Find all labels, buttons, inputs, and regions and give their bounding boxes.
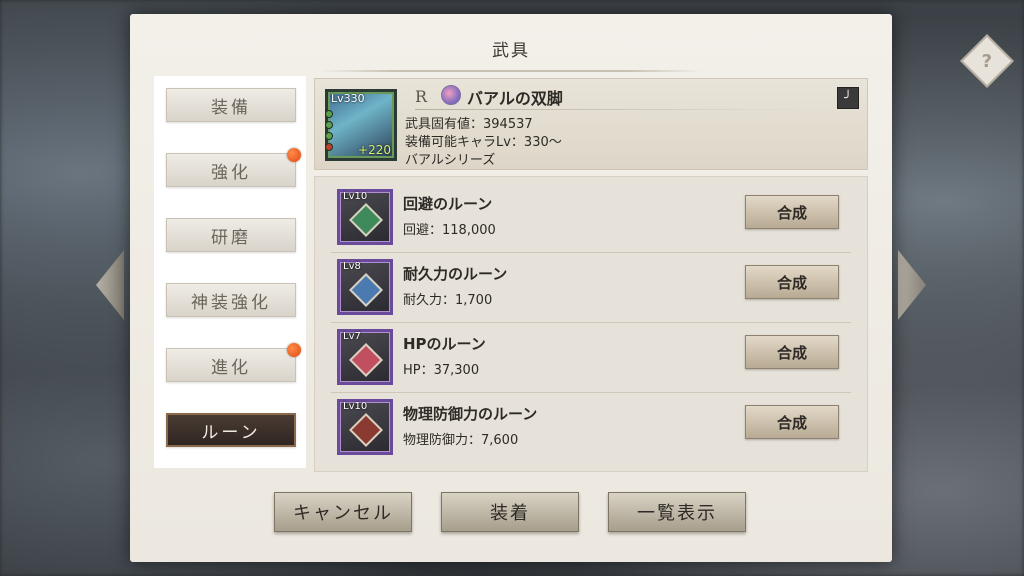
rune-stat: 耐久力：1,700 [403, 293, 493, 308]
tab-label: 神装強化 [191, 292, 271, 313]
weapon-value: 武具固有値：394537 [405, 117, 533, 132]
list-item: Lv8 耐久力のルーン 耐久力：1,700 合成 [331, 251, 851, 317]
evasion-rune-icon [349, 203, 383, 237]
slot-gems [325, 110, 335, 151]
equip-button[interactable]: 装着 [441, 492, 579, 532]
rune-icon[interactable]: Lv8 [337, 259, 393, 315]
rune-icon[interactable]: Lv10 [337, 399, 393, 455]
tab-label: 研磨 [211, 227, 251, 248]
tab-sidebar: 装備 強化 研磨 神装強化 進化 ルーン [154, 76, 306, 468]
cancel-button[interactable]: キャンセル [274, 492, 412, 532]
rarity-label: R [415, 87, 428, 106]
weapon-name: バアルの双脚 [467, 89, 563, 108]
weapon-plus: +220 [358, 143, 391, 157]
rune-icon[interactable]: Lv10 [337, 189, 393, 245]
notification-badge [287, 343, 301, 357]
rune-name: 物理防御力のルーン [403, 405, 538, 423]
compose-button[interactable]: 合成 [745, 335, 839, 369]
rune-list: Lv10 回避のルーン 回避：118,000 合成 Lv8 耐久力のルーン 耐久… [314, 176, 868, 472]
title-divider [320, 70, 702, 72]
rune-stat: 回避：118,000 [403, 223, 496, 238]
list-view-button[interactable]: 一覧表示 [608, 492, 746, 532]
shield-rune-icon [349, 413, 383, 447]
dialog-title: 武具 [492, 41, 530, 61]
rune-icon[interactable]: Lv7 [337, 329, 393, 385]
endurance-rune-icon [349, 273, 383, 307]
rune-level: Lv10 [343, 401, 368, 412]
tab-equip[interactable]: 装備 [166, 88, 296, 122]
list-item: Lv10 回避のルーン 回避：118,000 合成 [331, 181, 851, 247]
boot-icon: ╯ [837, 87, 859, 109]
tab-label: 進化 [211, 357, 251, 378]
weapon-series: バアルシリーズ [405, 153, 496, 168]
tab-polish[interactable]: 研磨 [166, 218, 296, 252]
list-item: Lv10 物理防御力のルーン 物理防御力：7,600 合成 [331, 391, 851, 457]
rune-level: Lv10 [343, 191, 368, 202]
tab-label: 装備 [211, 97, 251, 118]
rune-name: HPのルーン [403, 335, 486, 353]
weapon-icon[interactable]: Lv330 +220 [325, 89, 397, 161]
rune-name: 回避のルーン [403, 195, 493, 213]
tab-label: 強化 [211, 162, 251, 183]
help-icon: ? [981, 50, 993, 72]
rune-level: Lv7 [343, 331, 361, 342]
notification-badge [287, 148, 301, 162]
list-item: Lv7 HPのルーン HP：37,300 合成 [331, 321, 851, 387]
tab-rune[interactable]: ルーン [166, 413, 296, 447]
compose-button[interactable]: 合成 [745, 195, 839, 229]
tab-enhance[interactable]: 強化 [166, 148, 301, 187]
tab-divine-enhance[interactable]: 神装強化 [166, 283, 296, 317]
compose-button[interactable]: 合成 [745, 265, 839, 299]
rune-name: 耐久力のルーン [403, 265, 508, 283]
name-underline [415, 109, 807, 110]
compose-button[interactable]: 合成 [745, 405, 839, 439]
rune-stat: HP：37,300 [403, 363, 480, 378]
weapon-level: Lv330 [331, 92, 365, 105]
weapon-equip-level: 装備可能キャラLv：330～ [405, 135, 562, 150]
rune-level: Lv8 [343, 261, 361, 272]
rune-stat: 物理防御力：7,600 [403, 433, 519, 448]
weapon-header: Lv330 +220 R バアルの双脚 武具固有値：394537 装備可能キャラ… [314, 78, 868, 170]
tab-evolve[interactable]: 進化 [166, 343, 301, 382]
tab-label: ルーン [201, 422, 261, 443]
heart-rune-icon [349, 343, 383, 377]
element-icon [441, 85, 461, 105]
